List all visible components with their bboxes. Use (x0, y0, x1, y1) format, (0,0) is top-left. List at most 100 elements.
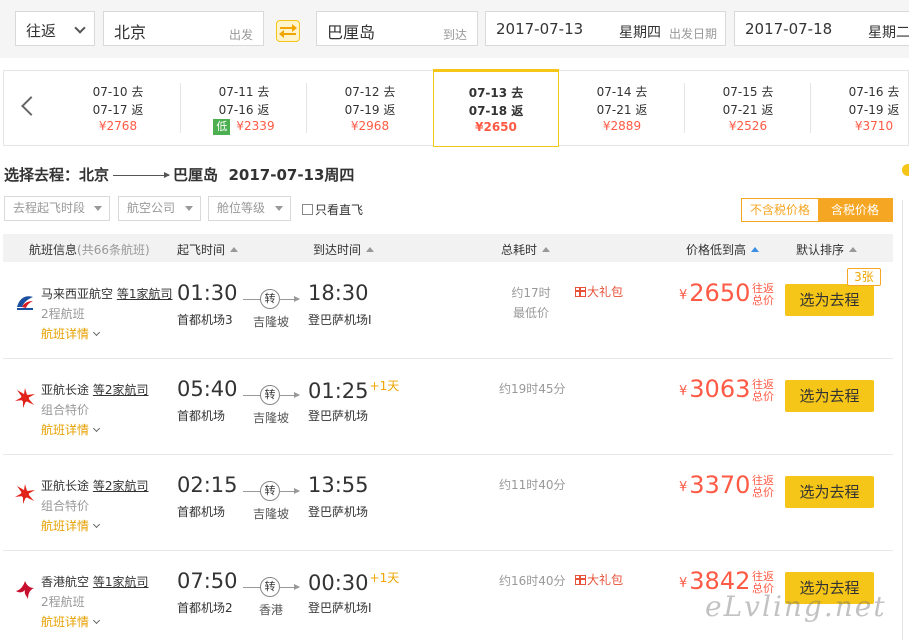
gift-icon (575, 287, 586, 297)
route-to: 巴厘岛 (173, 166, 219, 184)
sort-up-active-icon (751, 247, 760, 252)
depart-time: 01:30 (177, 281, 238, 305)
more-airlines-link[interactable]: 等1家航司 (117, 287, 173, 301)
filter-cabin[interactable]: 舱位等级 (208, 196, 291, 221)
direct-only-label: 只看直飞 (315, 203, 364, 217)
airasia-logo-icon (15, 388, 35, 408)
fare-type: 组合特价 (41, 499, 90, 513)
fare-type: 2程航班 (41, 307, 85, 321)
search-bar: 往返 北京 出发 巴厘岛 到达 2017-07-13 星期四 出发日期 2017… (0, 0, 909, 58)
checkbox-icon[interactable] (302, 204, 313, 215)
sort-price[interactable]: 价格低到高 (686, 241, 760, 258)
date-cell-price: ¥2889 (602, 119, 642, 133)
date-strip: 07-10 去 07-17 返 ¥2768 07-11 去 07-16 返 低 ¥… (3, 69, 909, 147)
arrive-time: 18:30 (308, 281, 369, 305)
select-outbound-button[interactable]: 选为去程 (785, 380, 874, 412)
date-cell[interactable]: 07-11 去 07-16 返 低 ¥2339 (181, 71, 307, 145)
select-outbound-button[interactable]: 选为去程 (785, 284, 874, 316)
flight-detail-link[interactable]: 航班详情 (41, 421, 101, 438)
chevron-down-icon (92, 520, 101, 529)
from-city-input[interactable]: 北京 出发 (103, 11, 264, 46)
sort-up-icon (230, 247, 239, 252)
date-cell[interactable]: 07-15 去 07-21 返 ¥2526 (685, 71, 811, 145)
flight-detail-link[interactable]: 航班详情 (41, 613, 101, 630)
filter-airline[interactable]: 航空公司 (118, 196, 201, 221)
depart-date-value: 2017-07-13 (496, 20, 584, 38)
date-cell-back: 07-19 返 (344, 103, 396, 117)
date-cell-go: 07-14 去 (596, 85, 648, 99)
sort-up-icon (849, 247, 858, 252)
trip-type-select[interactable]: 往返 (15, 11, 95, 46)
date-cell-price: ¥2650 (475, 120, 517, 134)
date-cell-back: 07-17 返 (92, 103, 144, 117)
date-cell-back: 07-18 返 (468, 104, 524, 118)
route-arrow-icon (113, 172, 171, 178)
sort-arrive-time[interactable]: 到达时间 (313, 241, 375, 258)
sort-default[interactable]: 默认排序 (796, 241, 858, 258)
hong-kong-airlines-logo-icon (16, 581, 34, 599)
flight-detail-link[interactable]: 航班详情 (41, 325, 101, 342)
gift-badge[interactable]: 大礼包 (575, 571, 623, 588)
duration: 约17时 (511, 286, 551, 300)
sort-duration[interactable]: 总耗时 (501, 241, 551, 258)
transfer-icon: 转 (260, 385, 280, 405)
depart-date-input[interactable]: 2017-07-13 星期四 出发日期 (485, 11, 726, 46)
from-city-value: 北京 (114, 23, 147, 42)
date-cell-price: ¥2526 (728, 119, 768, 133)
malaysia-airlines-logo-icon (17, 296, 33, 310)
filter-depart-time[interactable]: 去程起飞时段 (4, 196, 110, 221)
price: ¥3370 (679, 471, 751, 499)
date-cell-price: ¥2768 (98, 119, 138, 133)
arrive-airport: 登巴萨机场I (308, 313, 372, 327)
next-day-tag: +1天 (369, 571, 400, 585)
transfer-indicator: 转 (243, 481, 300, 501)
transfer-city: 吉隆坡 (252, 315, 289, 329)
chevron-down-icon (92, 424, 101, 433)
to-city-input[interactable]: 巴厘岛 到达 (316, 11, 478, 46)
arrive-airport: 登巴萨机场 (308, 409, 369, 423)
more-airlines-link[interactable]: 等2家航司 (93, 479, 149, 493)
depart-airport: 首都机场3 (177, 313, 233, 327)
airasia-logo-icon (15, 484, 35, 504)
caret-down-icon (94, 206, 102, 211)
select-outbound-button[interactable]: 选为去程 (785, 476, 874, 508)
filter-label: 去程起飞时段 (13, 201, 86, 215)
date-cell[interactable]: 07-16 去 07-19 返 ¥3710 (811, 71, 909, 145)
more-airlines-link[interactable]: 等1家航司 (93, 575, 149, 589)
direct-only-checkbox[interactable]: 只看直飞 (302, 201, 363, 218)
date-cell[interactable]: 07-14 去 07-21 返 ¥2889 (559, 71, 685, 145)
price-excl-tax-button[interactable]: 不含税价格 (742, 199, 818, 221)
date-cell-price: ¥3710 (854, 119, 894, 133)
duration: 约16时40分 (499, 574, 566, 588)
gift-badge[interactable]: 大礼包 (575, 283, 623, 300)
airline-name: 马来西亚航空 等1家航司 (41, 287, 173, 301)
route-title: 选择去程：北京 巴厘岛 2017-07-13周四 (4, 164, 354, 185)
filter-label: 舱位等级 (217, 201, 266, 215)
return-weekday: 星期二 (868, 25, 909, 41)
price-type-tag: 往返总价 (752, 474, 774, 499)
route-date: 2017-07-13周四 (228, 166, 355, 184)
date-cell[interactable]: 07-10 去 07-17 返 ¥2768 (55, 71, 181, 145)
sort-depart-time[interactable]: 起飞时间 (177, 241, 239, 258)
date-cell-selected[interactable]: 07-13 去 07-18 返 ¥2650 (433, 69, 559, 147)
price-incl-tax-button[interactable]: 含税价格 (818, 199, 892, 221)
depart-date-tag: 出发日期 (669, 27, 718, 41)
date-cell-go: 07-13 去 (468, 86, 524, 100)
filter-label: 航空公司 (127, 201, 176, 215)
return-date-value: 2017-07-18 (745, 20, 833, 38)
sort-up-icon (366, 247, 375, 252)
flight-detail-link[interactable]: 航班详情 (41, 517, 101, 534)
return-date-input[interactable]: 2017-07-18 星期二 (734, 11, 909, 46)
flight-row: 马来西亚航空 等1家航司 2程航班 航班详情 01:30 首都机场3 转 吉隆坡… (3, 263, 893, 359)
more-airlines-link[interactable]: 等2家航司 (93, 383, 149, 397)
chevron-left-icon[interactable] (21, 96, 41, 116)
date-cell-back: 07-21 返 (596, 103, 648, 117)
transfer-icon: 转 (260, 481, 280, 501)
date-cell-price: 低 ¥2339 (181, 119, 307, 135)
gift-icon (575, 575, 586, 585)
swap-cities-icon[interactable] (276, 20, 300, 42)
arrive-time: 13:55 (308, 473, 369, 497)
date-cell[interactable]: 07-12 去 07-19 返 ¥2968 (307, 71, 433, 145)
price-type-tag: 往返总价 (752, 378, 774, 403)
price: ¥2650 (679, 279, 751, 307)
